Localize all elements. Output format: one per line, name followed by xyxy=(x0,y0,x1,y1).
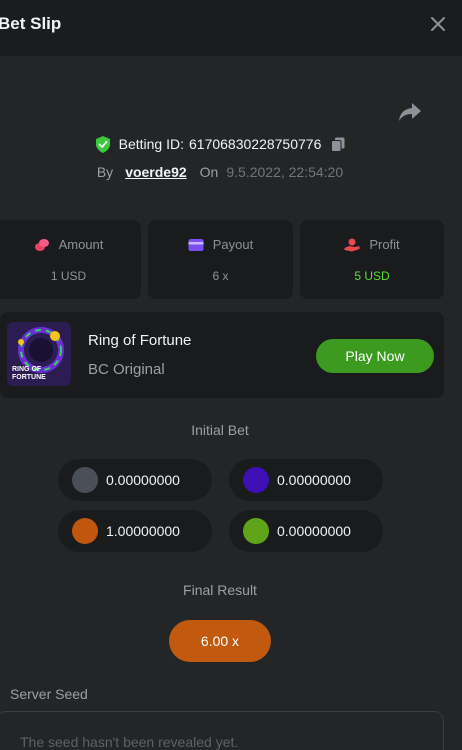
ring-of-fortune-logo: RING OF FORTUNE xyxy=(7,322,71,386)
game-thumbnail[interactable]: RING OF FORTUNE xyxy=(7,322,71,386)
thumb-text-1: RING OF xyxy=(12,366,42,373)
header-bar: Bet Slip xyxy=(0,0,462,56)
bet-chip-value: 0.00000000 xyxy=(277,523,351,539)
server-seed-placeholder: The seed hasn't been revealed yet. xyxy=(20,734,239,750)
game-card: RING OF FORTUNE Ring of Fortune BC Origi… xyxy=(0,312,444,398)
amount-header: Amount xyxy=(0,237,141,252)
bettor-info-row: By voerde92 On 9.5.2022, 22:54:20 xyxy=(0,162,440,182)
profit-header: Profit xyxy=(300,237,444,252)
betting-id-label: Betting ID: xyxy=(118,136,184,152)
initial-bet-title: Initial Bet xyxy=(191,422,249,438)
amount-value: 1 USD xyxy=(50,269,87,283)
bet-chip-green[interactable]: 0.00000000 xyxy=(229,510,383,552)
betting-id-value: 61706830228750776 xyxy=(189,136,322,152)
green-dot xyxy=(243,518,269,544)
copy-icon[interactable] xyxy=(331,137,345,152)
payout-header: Payout xyxy=(148,237,293,252)
bet-chip-value: 1.00000000 xyxy=(106,523,180,539)
orange-dot xyxy=(72,518,98,544)
profit-value: 5 USD xyxy=(354,269,390,283)
wallet-icon xyxy=(188,238,204,251)
on-label: On xyxy=(199,164,219,180)
profit-label: Profit xyxy=(369,237,400,252)
purple-dot xyxy=(243,467,269,493)
hand-coin-icon xyxy=(344,238,360,251)
payout-value: 6 x xyxy=(212,269,229,283)
final-result-title: Final Result xyxy=(183,582,257,598)
share-icon[interactable] xyxy=(398,101,422,123)
bet-chip-value: 0.00000000 xyxy=(106,472,180,488)
panel-title: Bet Slip xyxy=(0,14,62,33)
game-provider: BC Original xyxy=(88,361,165,378)
close-icon[interactable] xyxy=(429,15,447,33)
username-link[interactable]: voerde92 xyxy=(125,164,186,180)
bet-datetime: 9.5.2022, 22:54:20 xyxy=(226,164,344,180)
payout-label: Payout xyxy=(212,237,254,252)
server-seed-label: Server Seed xyxy=(10,686,88,702)
bet-slip-panel: Bet Slip Betting ID: 61706830228750776 B… xyxy=(0,0,462,750)
profit-card: Profit 5 USD xyxy=(300,220,444,299)
shield-check-icon xyxy=(95,135,110,153)
bet-chip-orange[interactable]: 1.00000000 xyxy=(58,510,212,552)
bet-chip-grey[interactable]: 0.00000000 xyxy=(58,459,212,501)
grey-dot xyxy=(72,467,98,493)
amount-card: Amount 1 USD xyxy=(0,220,141,299)
game-name: Ring of Fortune xyxy=(88,332,192,349)
by-label: By xyxy=(96,164,114,180)
bet-chip-value: 0.00000000 xyxy=(277,472,351,488)
betting-id-row: Betting ID: 61706830228750776 xyxy=(0,134,440,154)
bet-chip-purple[interactable]: 0.00000000 xyxy=(229,459,383,501)
amount-label: Amount xyxy=(58,237,104,252)
thumb-text-2: FORTUNE xyxy=(12,374,46,381)
play-now-button[interactable]: Play Now xyxy=(316,339,434,373)
final-result-badge: 6.00 x xyxy=(169,620,271,662)
coins-icon xyxy=(34,238,49,251)
payout-card: Payout 6 x xyxy=(148,220,293,299)
